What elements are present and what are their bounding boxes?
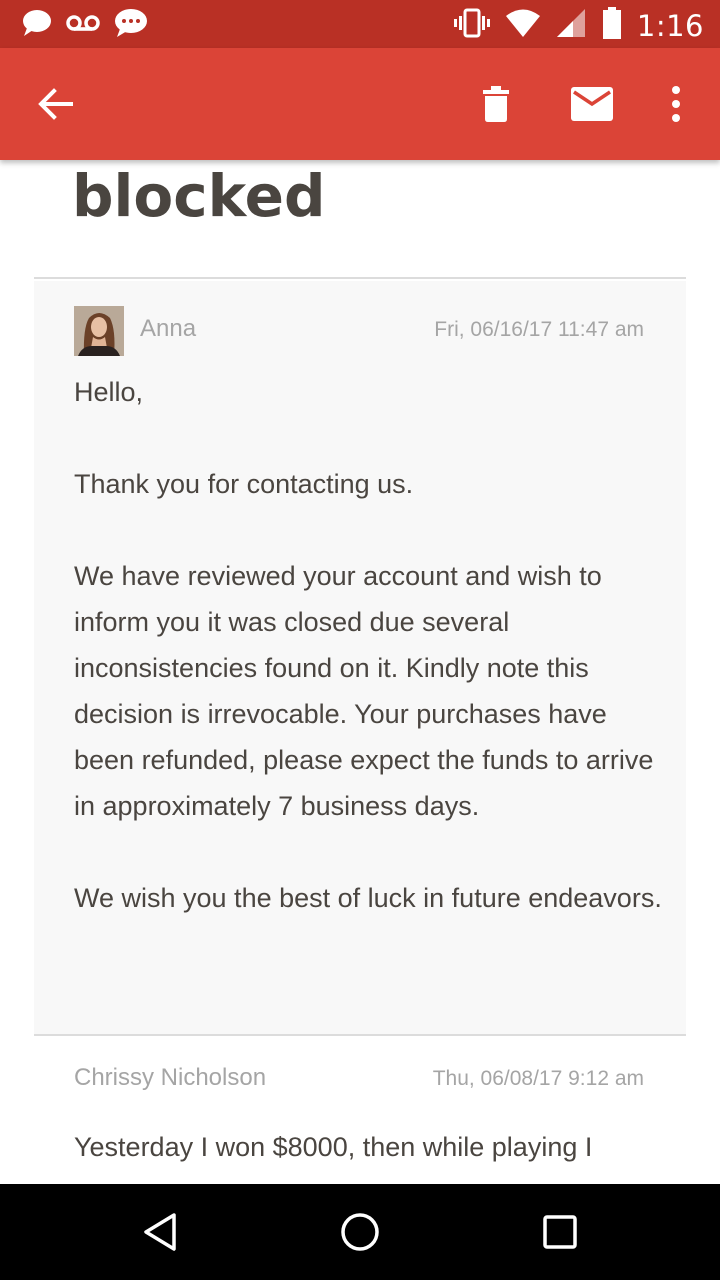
message-paragraph: We have reviewed your account and wish t… [74, 561, 654, 821]
avatar[interactable] [74, 306, 124, 356]
message-body: Hello, Thank you for contacting us. We h… [74, 369, 664, 921]
message-card-collapsed[interactable]: Chrissy Nicholson Thu, 06/08/17 9:12 am … [34, 1036, 686, 1184]
back-button[interactable] [27, 76, 83, 132]
message-date: Fri, 06/16/17 11:47 am [434, 318, 644, 341]
mark-unread-button[interactable] [564, 76, 620, 132]
chat-bubble-icon [114, 8, 148, 43]
chat-bubble-icon [22, 9, 52, 42]
more-vert-icon [672, 86, 680, 122]
email-subject: blocked [72, 162, 326, 230]
back-triangle-icon [144, 1213, 176, 1251]
message-snippet: Yesterday I won $8000, then while playin… [74, 1132, 593, 1162]
nav-recents-button[interactable] [532, 1204, 588, 1260]
status-bar: 1:16 [0, 0, 720, 48]
nav-home-button[interactable] [332, 1204, 388, 1260]
system-nav-bar [0, 1184, 720, 1280]
back-arrow-icon [38, 88, 73, 120]
battery-icon [601, 6, 623, 45]
delete-icon [483, 86, 509, 122]
divider [34, 277, 686, 279]
nav-back-button[interactable] [132, 1204, 188, 1260]
sender-name: Anna [140, 315, 197, 342]
signal-icon [555, 7, 587, 44]
app-bar [0, 48, 720, 160]
conversation-view[interactable]: blocked Anna Fri, 06/16/17 11:47 am Hell… [0, 160, 720, 1184]
mail-icon [571, 87, 613, 121]
recents-square-icon [543, 1215, 577, 1249]
delete-button[interactable] [468, 76, 524, 132]
more-options-button[interactable] [648, 76, 704, 132]
wifi-icon [505, 8, 541, 43]
message-paragraph: We wish you the best of luck in future e… [74, 883, 662, 913]
voicemail-icon [66, 12, 100, 39]
clock: 1:16 [636, 8, 704, 43]
home-circle-icon [341, 1213, 379, 1251]
vibrate-icon [453, 8, 491, 43]
message-paragraph: Hello, [74, 377, 144, 407]
message-card[interactable]: Anna Fri, 06/16/17 11:47 am Hello, Thank… [34, 281, 686, 1035]
message-date: Thu, 06/08/17 9:12 am [432, 1067, 644, 1090]
message-paragraph: Thank you for contacting us. [74, 469, 414, 499]
sender-name: Chrissy Nicholson [74, 1064, 267, 1091]
